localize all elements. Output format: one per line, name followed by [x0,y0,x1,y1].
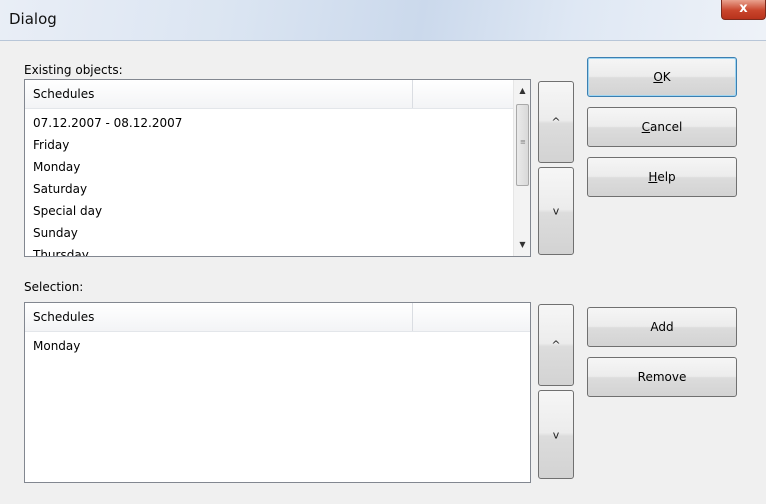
move-down-button[interactable]: v [538,167,574,255]
list-item[interactable]: Sunday [33,226,78,240]
help-mnemonic: H [648,170,658,184]
selection-move-up-button[interactable]: ^ [538,304,574,386]
selection-list-header: Schedules [25,303,530,332]
close-button[interactable]: x [721,0,766,20]
grip-icon: ≡ [520,138,526,146]
cancel-button[interactable]: Cancel [587,107,737,147]
remove-button-label: Remove [637,370,687,384]
selection-move-down-button[interactable]: v [538,390,574,479]
selection-list[interactable]: Schedules Monday [24,302,531,483]
ok-label-rest: K [662,70,671,84]
list-item[interactable]: Friday [33,138,69,152]
add-button[interactable]: Add [587,307,737,347]
column-separator [412,303,413,331]
column-header-schedules[interactable]: Schedules [33,87,94,101]
remove-button[interactable]: Remove [587,357,737,397]
scroll-down-icon[interactable]: ▼ [514,236,530,253]
dialog-body: Existing objects: Schedules 07.12.2007 -… [0,41,766,504]
title-bar: Dialog x [0,0,766,41]
add-button-label: Add [650,320,674,334]
chevron-down-icon: v [552,204,560,218]
ok-mnemonic: O [653,70,663,84]
existing-list-header: Schedules [25,80,530,109]
list-item[interactable]: Special day [33,204,102,218]
list-item[interactable]: Thursday [33,248,89,256]
list-item[interactable]: 07.12.2007 - 08.12.2007 [33,116,182,130]
scrollbar-thumb[interactable]: ≡ [516,104,529,186]
window-title: Dialog [9,10,57,28]
list-item[interactable]: Monday [33,160,80,174]
existing-objects-label: Existing objects: [24,63,123,77]
cancel-label-rest: ancel [650,120,683,134]
column-separator [412,80,413,108]
list-item[interactable]: Saturday [33,182,87,196]
scroll-up-icon[interactable]: ▲ [514,82,530,99]
ok-button[interactable]: OK [587,57,737,97]
help-button[interactable]: Help [587,157,737,197]
existing-objects-list[interactable]: Schedules 07.12.2007 - 08.12.2007 Friday… [24,79,531,257]
ok-button-label: OK [588,70,736,84]
help-button-label: Help [588,170,736,184]
cancel-button-label: Cancel [588,120,736,134]
chevron-up-icon: ^ [551,338,561,352]
column-header-schedules[interactable]: Schedules [33,310,94,324]
vertical-scrollbar[interactable]: ▲ ≡ ▼ [513,80,530,256]
move-up-button[interactable]: ^ [538,81,574,163]
help-label-rest: elp [657,170,676,184]
list-item[interactable]: Monday [33,339,80,353]
chevron-up-icon: ^ [551,115,561,129]
close-icon: x [739,1,748,16]
selection-label: Selection: [24,280,84,294]
chevron-down-icon: v [552,428,560,441]
cancel-mnemonic: C [641,120,651,134]
